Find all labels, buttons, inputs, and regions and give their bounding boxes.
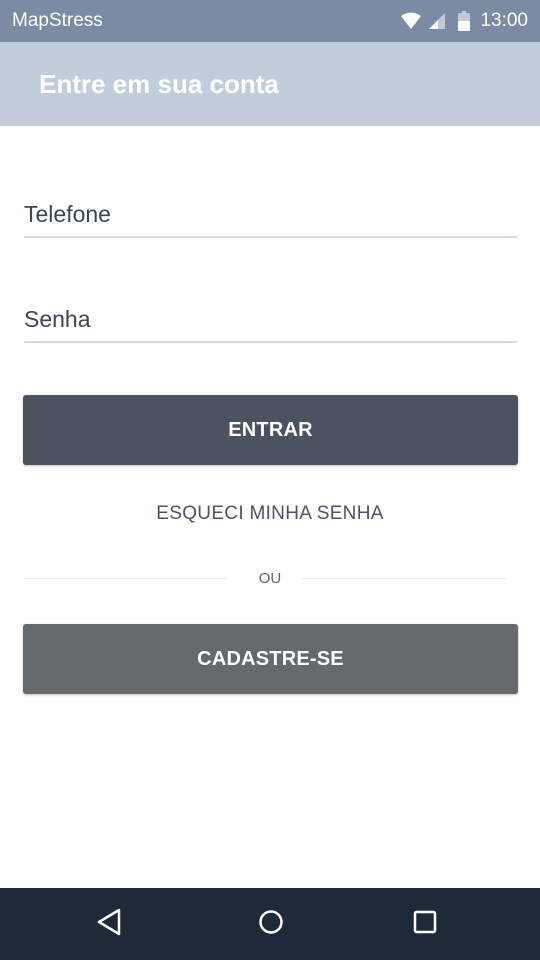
- battery-icon: [458, 11, 471, 31]
- nav-recent-apps-button[interactable]: [407, 906, 443, 942]
- page-title: Entre em sua conta: [39, 69, 279, 99]
- status-icons: 13:00: [400, 9, 528, 33]
- recent-apps-icon: [413, 910, 437, 939]
- login-button[interactable]: ENTRAR: [23, 395, 518, 465]
- nav-home-button[interactable]: [253, 906, 289, 942]
- status-bar: MapStress 13:00: [0, 0, 540, 42]
- password-field-container: [24, 297, 517, 343]
- divider-line-right: [302, 578, 506, 579]
- signal-icon: [428, 12, 446, 30]
- navigation-bar: [0, 888, 540, 960]
- forgot-password-link[interactable]: ESQUECI MINHA SENHA: [0, 502, 540, 526]
- divider-label: OU: [258, 570, 282, 587]
- signup-button[interactable]: CADASTRE-SE: [23, 624, 518, 694]
- phone-field-container: [24, 192, 517, 238]
- password-field[interactable]: [24, 297, 517, 341]
- app-bar: Entre em sua conta: [0, 42, 540, 126]
- wifi-icon: [400, 12, 422, 30]
- nav-back-button[interactable]: [91, 906, 127, 942]
- home-icon: [258, 909, 284, 940]
- phone-field[interactable]: [24, 192, 517, 236]
- status-time: 13:00: [480, 10, 528, 31]
- back-icon: [96, 908, 122, 941]
- status-app-name: MapStress: [12, 10, 103, 31]
